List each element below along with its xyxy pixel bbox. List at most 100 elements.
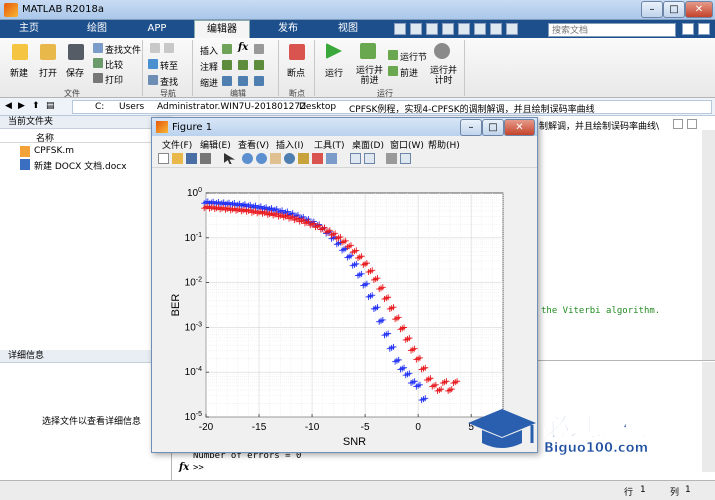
- figure-title-bar[interactable]: Figure 1 – □ ✕: [152, 118, 537, 136]
- save-figure-icon[interactable]: [186, 153, 197, 164]
- path-field[interactable]: C: Users Administrator.WIN7U-20180127Z D…: [72, 100, 712, 114]
- find-button[interactable]: 查找: [160, 75, 178, 88]
- increase-indent-icon[interactable]: [238, 76, 248, 86]
- open-button[interactable]: 打开: [39, 66, 57, 79]
- search-input[interactable]: [548, 23, 676, 37]
- advance-icon: [388, 66, 398, 76]
- new-figure-icon[interactable]: [158, 153, 169, 164]
- uncomment-icon[interactable]: [238, 60, 248, 70]
- zoom-in-icon[interactable]: [242, 153, 253, 164]
- smart-indent-icon[interactable]: [222, 76, 232, 86]
- file-item[interactable]: CPFSK.m: [34, 146, 74, 156]
- tab-view[interactable]: 视图: [326, 20, 370, 38]
- new-button[interactable]: 新建: [10, 66, 28, 79]
- figure-minimize-button[interactable]: –: [460, 119, 482, 136]
- pane-close-icon[interactable]: [687, 119, 697, 129]
- search-icon[interactable]: [682, 23, 694, 35]
- open-file-icon[interactable]: [172, 153, 183, 164]
- figure-maximize-button[interactable]: □: [482, 119, 504, 136]
- goto-button[interactable]: 转至: [160, 59, 178, 72]
- comment-percent-icon[interactable]: [222, 60, 232, 70]
- forward-arrow-icon[interactable]: ▶: [18, 101, 25, 111]
- up-folder-icon[interactable]: ⬆: [32, 101, 40, 111]
- run-icon[interactable]: [326, 43, 342, 59]
- paste-icon[interactable]: [442, 23, 454, 35]
- save-all-icon[interactable]: [394, 23, 406, 35]
- run-section-button[interactable]: 运行节: [400, 50, 427, 63]
- data-cursor-icon[interactable]: [298, 153, 309, 164]
- tab-publish[interactable]: 发布: [266, 20, 310, 38]
- code-comment: the Viterbi algorithm.: [541, 306, 661, 316]
- cut-icon[interactable]: [410, 23, 422, 35]
- breadcrumb-users[interactable]: Users: [119, 102, 144, 112]
- breakpoints-button[interactable]: 断点: [287, 66, 305, 79]
- insert-list-icon[interactable]: [254, 44, 264, 54]
- status-bar: 行 1 列 1: [0, 480, 715, 500]
- wrap-comments-icon[interactable]: [254, 60, 264, 70]
- legend-icon[interactable]: [364, 153, 375, 164]
- pointer-icon[interactable]: [224, 153, 235, 164]
- breadcrumb-admin[interactable]: Administrator.WIN7U-20180127Z: [157, 102, 306, 112]
- back-icon[interactable]: [150, 43, 160, 53]
- decrease-indent-icon[interactable]: [254, 76, 264, 86]
- breadcrumb-desktop[interactable]: Desktop: [299, 102, 336, 112]
- name-column[interactable]: 名称: [36, 131, 54, 144]
- open-folder-icon[interactable]: [40, 44, 56, 60]
- comment-button[interactable]: 注释: [200, 60, 218, 73]
- save-icon[interactable]: [68, 44, 84, 60]
- breadcrumb-drive[interactable]: C:: [95, 102, 104, 112]
- run-button[interactable]: 运行: [325, 66, 343, 79]
- minimize-button[interactable]: –: [641, 1, 663, 18]
- editor-scrollbar[interactable]: [702, 130, 715, 360]
- print-button[interactable]: 打印: [105, 73, 123, 86]
- tab-apps[interactable]: APP: [136, 20, 178, 38]
- forward-icon[interactable]: [164, 43, 174, 53]
- ribbon-collapse-icon[interactable]: [698, 23, 710, 35]
- tab-plots[interactable]: 绘图: [76, 20, 118, 38]
- insert-function-button[interactable]: fx: [238, 42, 248, 53]
- back-arrow-icon[interactable]: ◀: [5, 101, 12, 111]
- switch-windows-icon[interactable]: [490, 23, 502, 35]
- breadcrumb-project[interactable]: CPFSK例程，实现4-CPFSK的调制解调，并且绘制误码率曲线: [349, 102, 595, 113]
- breakpoints-icon[interactable]: [289, 44, 305, 60]
- insert-button[interactable]: 插入: [200, 44, 218, 57]
- zoom-out-icon[interactable]: [256, 153, 267, 164]
- advance-button[interactable]: 前进: [400, 66, 418, 79]
- link-plot-icon[interactable]: [326, 153, 337, 164]
- print-figure-icon[interactable]: [200, 153, 211, 164]
- compare-button[interactable]: 比较: [105, 58, 123, 71]
- editor-tab-title[interactable]: 制解调，并且绘制误码率曲线\: [539, 119, 659, 132]
- ribbon: 新建 打开 保存 查找文件 比较 打印 文件 转至 查找 导航 插入 注释 缩进…: [0, 38, 715, 98]
- show-plot-tools-icon[interactable]: [400, 153, 411, 164]
- rotate-3d-icon[interactable]: [284, 153, 295, 164]
- pan-hand-icon[interactable]: [270, 153, 281, 164]
- save-button[interactable]: 保存: [66, 66, 84, 79]
- find-files-button[interactable]: 查找文件: [105, 43, 141, 56]
- run-time-icon[interactable]: [434, 43, 450, 59]
- insert-section-icon[interactable]: [222, 44, 232, 54]
- close-button[interactable]: ✕: [685, 1, 713, 18]
- column-header[interactable]: 名称: [0, 130, 172, 144]
- colorbar-icon[interactable]: [350, 153, 361, 164]
- tab-home[interactable]: 主页: [8, 20, 50, 38]
- copy-icon[interactable]: [426, 23, 438, 35]
- indent-button[interactable]: 缩进: [200, 76, 218, 89]
- brush-icon[interactable]: [312, 153, 323, 164]
- browse-folder-icon[interactable]: ▤: [46, 101, 55, 111]
- run-advance-icon[interactable]: [360, 43, 376, 59]
- new-icon[interactable]: [12, 44, 28, 60]
- undo-icon[interactable]: [458, 23, 470, 35]
- run-time-button[interactable]: 运行并 计时: [430, 66, 457, 86]
- tab-editor[interactable]: 编辑器: [194, 20, 250, 38]
- command-prompt[interactable]: >>: [193, 463, 204, 473]
- hide-plot-tools-icon[interactable]: [386, 153, 397, 164]
- figure-window[interactable]: Figure 1 – □ ✕ 文件(F) 编辑(E) 查看(V) 插入(I) 工…: [151, 117, 538, 453]
- pane-options-icon[interactable]: [673, 119, 683, 129]
- x-tick-label: -15: [252, 422, 267, 433]
- run-advance-button[interactable]: 运行并 前进: [356, 66, 383, 86]
- help-icon[interactable]: [506, 23, 518, 35]
- redo-icon[interactable]: [474, 23, 486, 35]
- maximize-button[interactable]: □: [663, 1, 685, 18]
- figure-close-button[interactable]: ✕: [504, 119, 535, 136]
- file-item[interactable]: 新建 DOCX 文档.docx: [34, 159, 127, 172]
